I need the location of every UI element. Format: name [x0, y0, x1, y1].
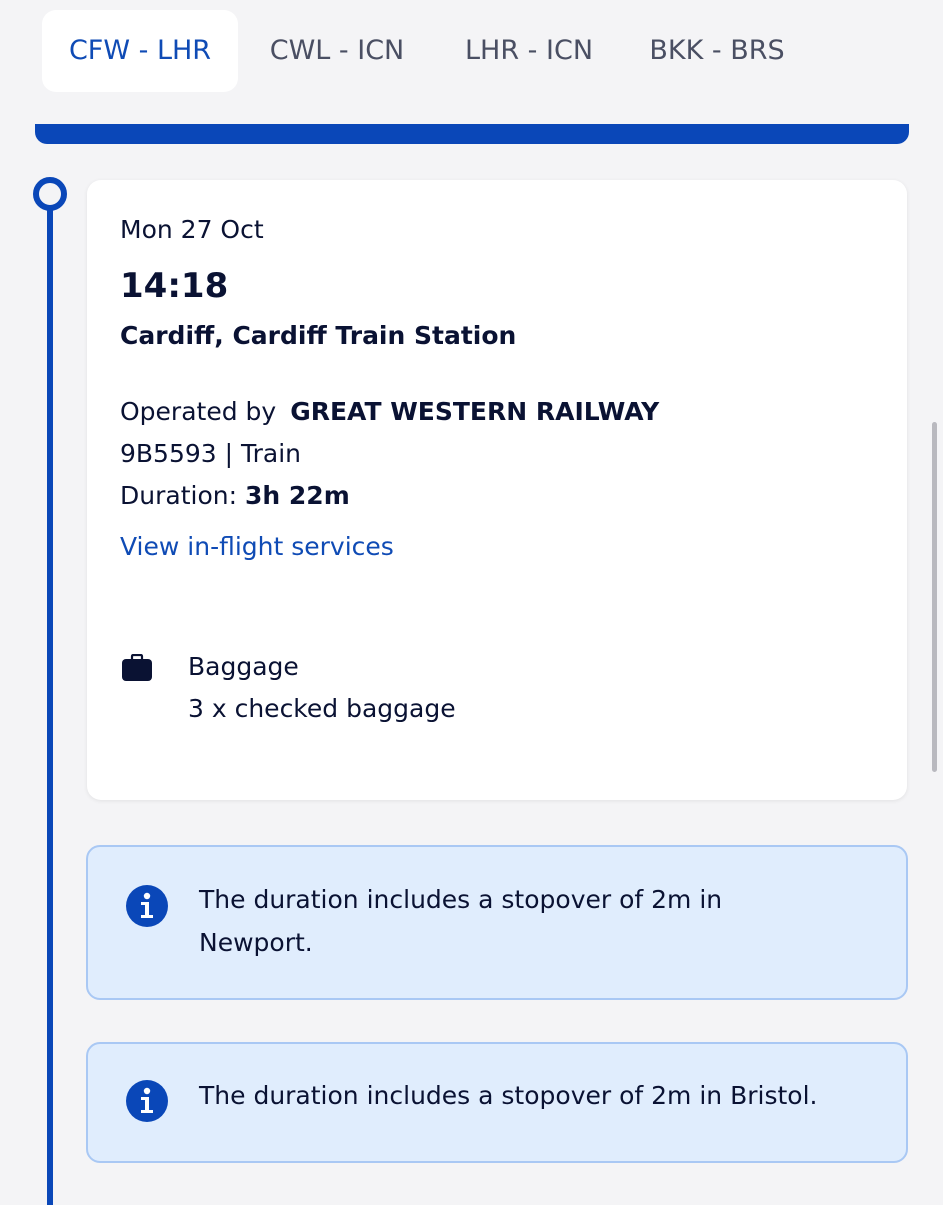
section-header-bar [35, 124, 909, 144]
baggage-value: 3 x checked baggage [188, 694, 456, 723]
timeline-origin-icon [33, 177, 67, 211]
departure-date: Mon 27 Oct [120, 215, 264, 244]
duration-label: Duration: [120, 481, 238, 510]
stopover-notice-text: The duration includes a stopover of 2m i… [199, 1081, 818, 1110]
tab-cwl-icn[interactable]: CWL - ICN [246, 10, 428, 92]
operator-name: GREAT WESTERN RAILWAY [290, 397, 660, 426]
stopover-notice: The duration includes a stopover of 2m i… [86, 1042, 908, 1163]
scrollbar[interactable] [932, 422, 937, 772]
service-code: 9B5593 | Train [120, 439, 301, 468]
departure-station: Cardiff, Cardiff Train Station [120, 321, 517, 350]
timeline-line [47, 205, 53, 1205]
tab-cfw-lhr[interactable]: CFW - LHR [42, 10, 238, 92]
view-services-link[interactable]: View in-flight services [120, 532, 394, 561]
operator-line: Operated by GREAT WESTERN RAILWAY [120, 397, 659, 426]
stopover-notice: The duration includes a stopover of 2m i… [86, 845, 908, 1000]
tab-bkk-brs[interactable]: BKK - BRS [628, 10, 806, 92]
departure-time: 14:18 [120, 266, 229, 306]
info-icon [126, 1080, 168, 1122]
route-tabs: CFW - LHR CWL - ICN LHR - ICN BKK - BRS [0, 0, 943, 108]
suitcase-icon [122, 654, 152, 681]
tab-lhr-icn[interactable]: LHR - ICN [440, 10, 618, 92]
stopover-notice-text: The duration includes a stopover of 2m i… [199, 885, 723, 957]
baggage-label: Baggage [188, 652, 299, 681]
operated-by-label: Operated by [120, 397, 277, 426]
info-icon [126, 885, 168, 927]
duration-line: Duration: 3h 22m [120, 481, 350, 510]
duration-value: 3h 22m [245, 481, 350, 510]
segment-card: Mon 27 Oct 14:18 Cardiff, Cardiff Train … [87, 180, 907, 800]
